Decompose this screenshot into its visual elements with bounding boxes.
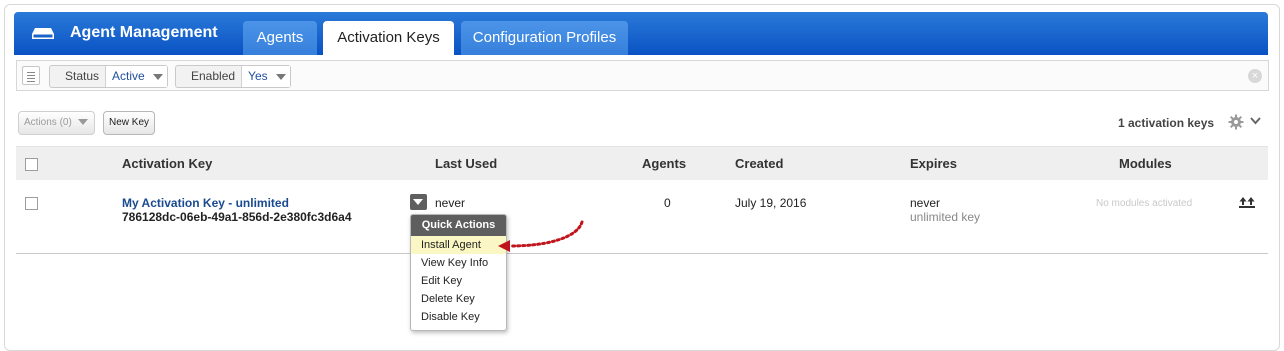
column-header-agents[interactable]: Agents xyxy=(642,156,686,171)
expires-value: never xyxy=(910,196,941,210)
list-icon[interactable] xyxy=(22,66,40,85)
menu-item-disable-key[interactable]: Disable Key xyxy=(411,308,506,326)
table-header: Activation Key Last Used Agents Created … xyxy=(16,146,1268,180)
enabled-filter-label: Enabled xyxy=(176,66,243,87)
activation-key-value: 786128dc-06eb-49a1-856d-2e380fc3d6a4 xyxy=(122,210,352,224)
chevron-down-icon xyxy=(77,119,88,125)
status-filter-value: Active xyxy=(112,69,145,83)
gear-icon[interactable] xyxy=(1228,114,1244,130)
move-to-top-icon[interactable] xyxy=(1239,196,1255,208)
quick-actions-toggle[interactable] xyxy=(410,194,427,210)
created-date: July 19, 2016 xyxy=(735,196,807,210)
status-filter[interactable]: Status Active xyxy=(49,65,168,88)
tab-agents[interactable]: Agents xyxy=(243,21,317,55)
clear-icon[interactable]: × xyxy=(1248,69,1262,83)
agents-count: 0 xyxy=(664,196,671,210)
status-filter-label: Status xyxy=(50,66,107,87)
drive-icon xyxy=(32,28,54,39)
column-header-last-used[interactable]: Last Used xyxy=(435,156,497,171)
expires-note: unlimited key xyxy=(910,210,981,224)
actions-button[interactable]: Actions (0) xyxy=(18,111,95,135)
menu-item-view-key-info[interactable]: View Key Info xyxy=(411,254,506,272)
pointer-arrow-icon xyxy=(498,220,584,252)
column-header-activation-key[interactable]: Activation Key xyxy=(122,156,212,171)
column-header-created[interactable]: Created xyxy=(735,156,783,171)
select-all-checkbox[interactable] xyxy=(25,158,38,171)
menu-item-edit-key[interactable]: Edit Key xyxy=(411,272,506,290)
column-header-modules[interactable]: Modules xyxy=(1119,156,1172,171)
chevron-down-icon xyxy=(152,73,163,80)
filter-bar: Status Active Enabled Yes × xyxy=(16,60,1269,91)
enabled-filter[interactable]: Enabled Yes xyxy=(175,65,291,88)
modules-status: No modules activated xyxy=(1096,198,1193,209)
activation-key-count: 1 activation keys xyxy=(1118,116,1215,130)
new-key-button[interactable]: New Key xyxy=(103,111,155,135)
app-header: Agent Management xyxy=(14,12,1268,55)
actions-button-label: Actions (0) xyxy=(24,117,72,128)
menu-item-delete-key[interactable]: Delete Key xyxy=(411,290,506,308)
enabled-filter-value: Yes xyxy=(248,69,268,83)
chevron-down-icon xyxy=(413,199,423,205)
chevron-down-icon xyxy=(275,73,286,80)
last-used-value: never xyxy=(435,196,466,210)
column-header-expires[interactable]: Expires xyxy=(910,156,957,171)
chevron-down-icon[interactable] xyxy=(1250,117,1261,125)
tab-configuration-profiles[interactable]: Configuration Profiles xyxy=(461,21,628,55)
app-title: Agent Management xyxy=(70,24,218,41)
row-checkbox[interactable] xyxy=(25,197,38,210)
tab-activation-keys[interactable]: Activation Keys xyxy=(323,21,454,56)
activation-key-name-link[interactable]: My Activation Key - unlimited xyxy=(122,196,289,210)
row-divider xyxy=(16,253,1268,254)
